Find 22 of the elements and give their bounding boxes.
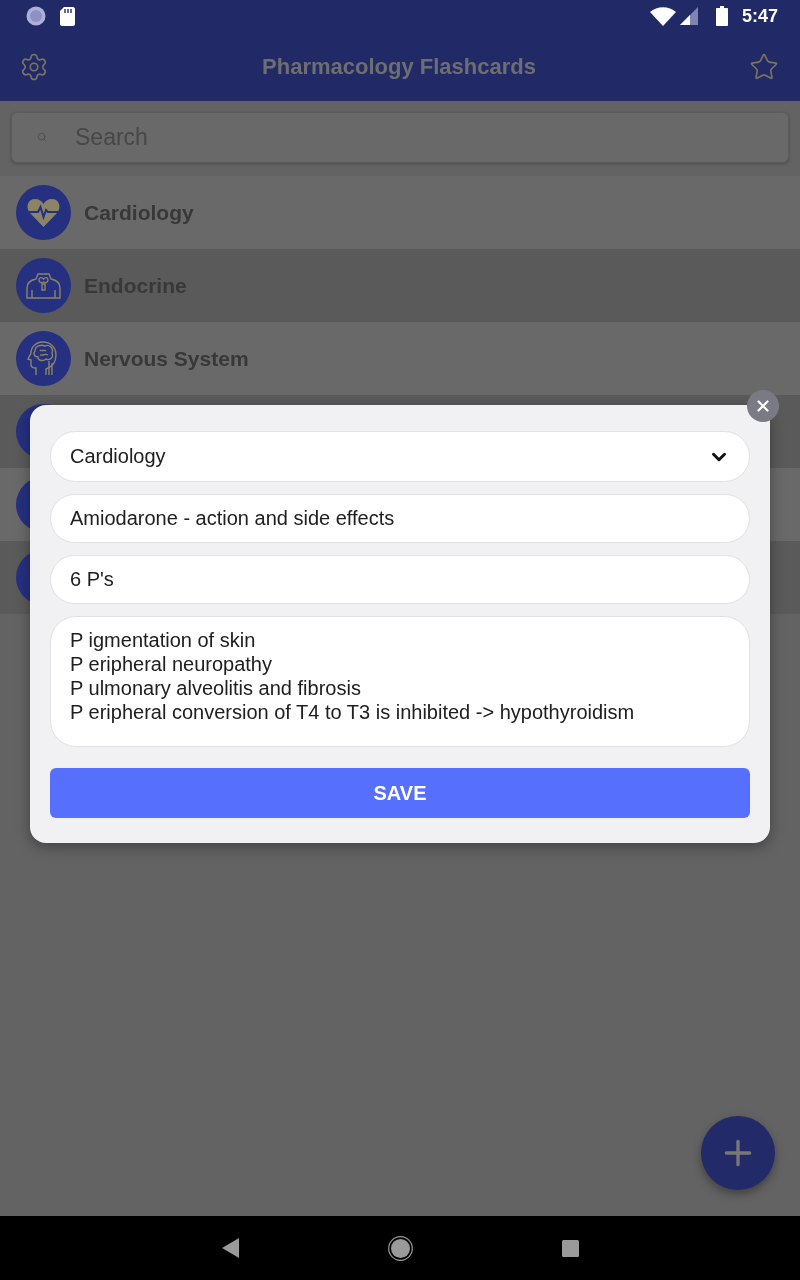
- question-field[interactable]: Amiodarone - action and side effects: [50, 494, 750, 543]
- close-icon: [754, 397, 772, 415]
- search-icon: [37, 132, 47, 142]
- category-select[interactable]: Cardiology: [50, 431, 750, 482]
- signal-icon: [679, 7, 698, 25]
- back-icon[interactable]: [221, 1238, 239, 1258]
- notification-disc-icon: [26, 6, 46, 26]
- answer-field[interactable]: P igmentation of skin P eripheral neuropathy P ulmonary alveolitis and fibrosis P eripheral conversion of T4 to T3 is inhibited -> hypothyroidism: [50, 616, 750, 747]
- head-brain-icon: [16, 331, 71, 386]
- torso-icon: [16, 258, 71, 313]
- clock-time: 5:47: [741, 5, 778, 27]
- save-button[interactable]: SAVE: [50, 768, 750, 818]
- wifi-icon: [649, 6, 676, 26]
- settings-icon[interactable]: [19, 51, 49, 82]
- sd-card-icon: [60, 6, 75, 26]
- recents-icon[interactable]: [561, 1239, 579, 1257]
- home-icon[interactable]: [387, 1235, 413, 1261]
- app-title: Pharmacology Flashcards: [261, 53, 537, 80]
- hint-field[interactable]: 6 P's: [50, 555, 750, 604]
- star-icon[interactable]: [749, 51, 779, 82]
- battery-icon: [715, 6, 728, 26]
- heart-pulse-icon: [16, 185, 71, 240]
